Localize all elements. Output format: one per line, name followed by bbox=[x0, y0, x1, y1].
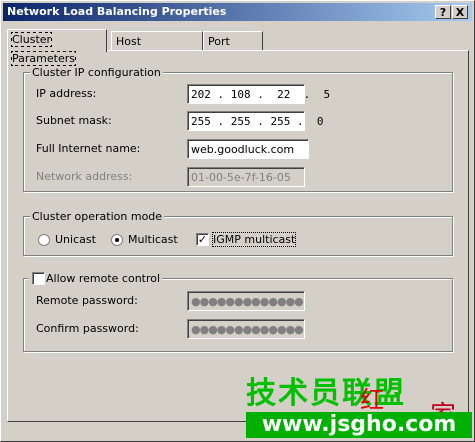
confirm-password-label: Confirm password: bbox=[36, 322, 139, 335]
subnet-mask-label: Subnet mask: bbox=[36, 114, 112, 127]
window-title: Network Load Balancing Properties bbox=[7, 5, 227, 18]
remote-password-field: ●●●●●●●●●●●●● bbox=[187, 291, 305, 311]
allow-remote-control-label[interactable]: Allow remote control bbox=[28, 272, 163, 285]
igmp-multicast-checkbox[interactable]: ✓ bbox=[196, 233, 209, 246]
watermark-accent-1: 红 bbox=[360, 386, 384, 414]
tab-cluster-parameters[interactable]: Cluster Parameters bbox=[7, 29, 107, 66]
operation-mode-legend: Cluster operation mode bbox=[30, 210, 165, 223]
close-button[interactable]: X bbox=[452, 5, 468, 19]
remote-control-group: Allow remote control Remote password: ●●… bbox=[23, 272, 453, 352]
unicast-radio[interactable] bbox=[38, 234, 50, 246]
help-button[interactable]: ? bbox=[435, 5, 451, 19]
ip-address-field[interactable]: 202 . 108 . 22 . 5 bbox=[187, 84, 330, 104]
operation-mode-group: Cluster operation mode Unicast Multicast… bbox=[23, 210, 453, 256]
network-address-field: 01-00-5e-7f-16-05 bbox=[187, 167, 305, 187]
multicast-label[interactable]: Multicast bbox=[128, 233, 178, 246]
subnet-mask-field[interactable]: 255 . 255 . 255 . 0 bbox=[187, 111, 323, 131]
allow-remote-control-checkbox[interactable] bbox=[32, 272, 45, 285]
remote-password-label: Remote password: bbox=[36, 294, 138, 307]
unicast-label[interactable]: Unicast bbox=[55, 233, 96, 246]
full-internet-name-label: Full Internet name: bbox=[36, 142, 141, 155]
confirm-password-field: ●●●●●●●●●●●●● bbox=[187, 319, 305, 339]
cluster-ip-group: Cluster IP configuration IP address: 202… bbox=[23, 66, 453, 192]
radio-selected-dot bbox=[115, 238, 119, 242]
cluster-parameters-panel: Cluster IP configuration IP address: 202… bbox=[7, 50, 469, 422]
multicast-radio[interactable] bbox=[111, 234, 123, 246]
tab-port-rules[interactable]: Port Rules bbox=[203, 31, 263, 67]
tab-host-parameters[interactable]: Host Parameters bbox=[111, 31, 203, 67]
ip-address-label: IP address: bbox=[36, 87, 97, 100]
full-internet-name-field[interactable]: web.goodluck.com bbox=[187, 139, 309, 159]
igmp-multicast-label[interactable]: IGMP multicast bbox=[211, 232, 297, 247]
title-bar[interactable]: Network Load Balancing Properties ? X bbox=[3, 3, 472, 21]
watermark-url: www.jsgho.com bbox=[246, 412, 472, 438]
network-address-label: Network address: bbox=[36, 170, 133, 183]
